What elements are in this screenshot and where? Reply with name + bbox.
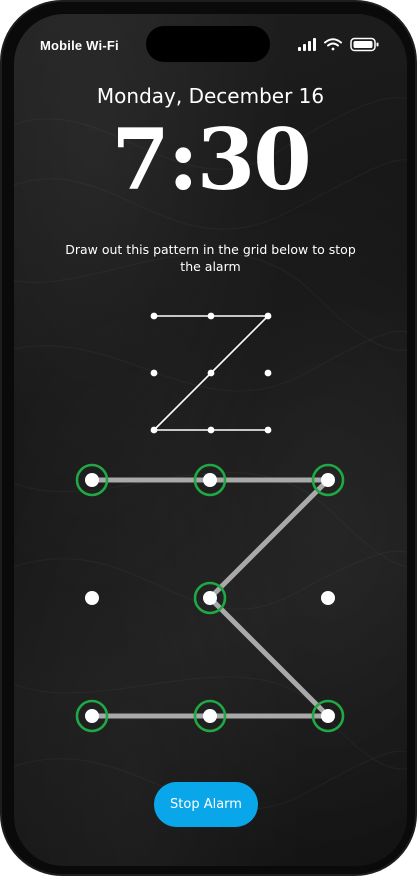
preview-dot — [150, 369, 158, 377]
preview-dot — [150, 312, 158, 320]
pattern-dot — [203, 591, 217, 605]
preview-dot — [207, 312, 215, 320]
preview-dot — [264, 426, 272, 434]
pattern-dot-6[interactable] — [321, 591, 335, 605]
phone-frame: Mobile Wi-Fi Monday, December 16 7:30 Dr… — [0, 0, 417, 876]
pattern-dot-5[interactable] — [193, 581, 227, 615]
preview-dot — [150, 426, 158, 434]
pattern-layer — [75, 312, 345, 733]
stop-alarm-button[interactable]: Stop Alarm — [154, 782, 258, 827]
preview-dot — [264, 369, 272, 377]
pattern-dot — [203, 709, 217, 723]
pattern-dot — [85, 473, 99, 487]
preview-dot — [264, 312, 272, 320]
pattern-dot-4[interactable] — [85, 591, 99, 605]
pattern-dot — [321, 709, 335, 723]
preview-dot — [207, 426, 215, 434]
pattern-dot — [85, 591, 99, 605]
lock-screen: Mobile Wi-Fi Monday, December 16 7:30 Dr… — [14, 14, 407, 866]
pattern-dot — [85, 709, 99, 723]
pattern-dot — [203, 473, 217, 487]
pattern-input-grid[interactable] — [75, 463, 345, 733]
pattern-dot — [321, 473, 335, 487]
preview-dot — [207, 369, 215, 377]
preview-pattern — [150, 312, 272, 434]
pattern-dot — [321, 591, 335, 605]
